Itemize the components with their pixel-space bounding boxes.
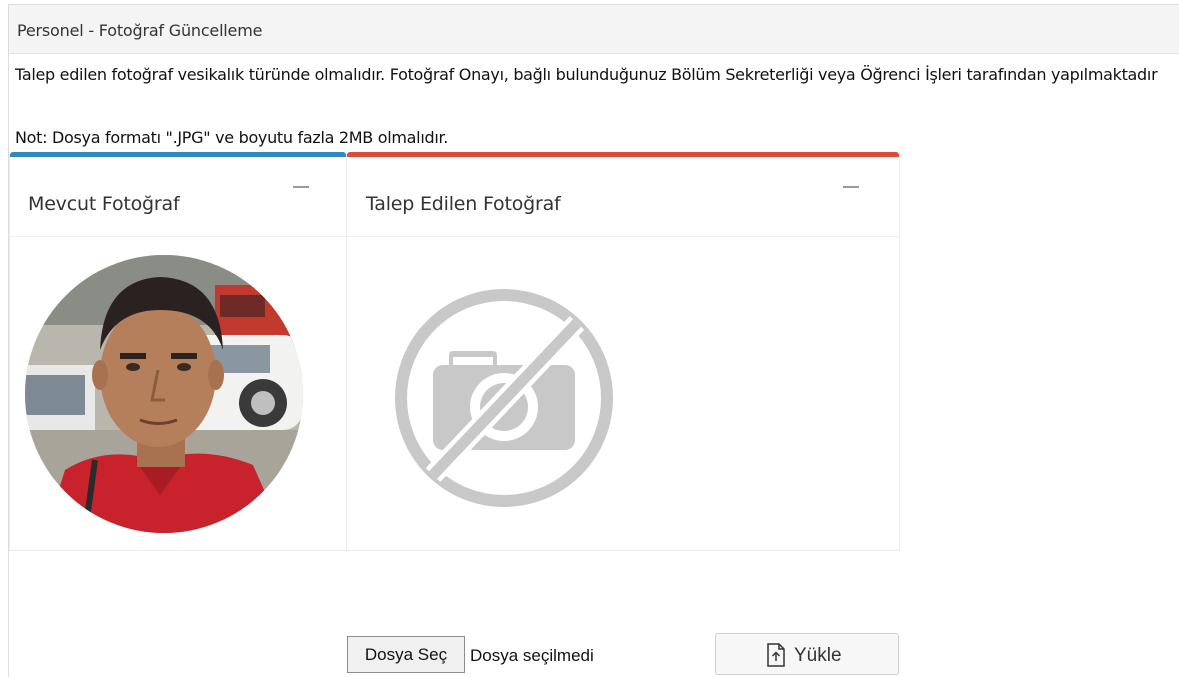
no-photo-icon (393, 287, 615, 509)
file-upload-icon (766, 643, 786, 667)
upload-button[interactable]: Yükle (715, 633, 899, 675)
panel-title: Talep Edilen Fotoğraf (366, 193, 561, 215)
panel-header: Talep Edilen Fotoğraf (347, 157, 899, 237)
window-title: Personel - Fotoğraf Güncelleme (17, 21, 263, 40)
collapse-icon[interactable] (293, 177, 311, 197)
window-titlebar: Personel - Fotoğraf Güncelleme (9, 5, 1179, 54)
current-photo-avatar (25, 255, 303, 533)
panel-header: Mevcut Fotoğraf (10, 157, 346, 237)
collapse-icon[interactable] (843, 177, 861, 197)
info-description: Talep edilen fotoğraf vesikalık türünde … (15, 65, 1158, 84)
choose-file-button[interactable]: Dosya Seç (347, 636, 465, 673)
info-note: Not: Dosya formatı ".JPG" ve boyutu fazl… (15, 128, 449, 147)
panel-title: Mevcut Fotoğraf (28, 193, 180, 215)
upload-button-label: Yükle (794, 645, 842, 666)
file-status-text: Dosya seçilmedi (470, 646, 594, 665)
